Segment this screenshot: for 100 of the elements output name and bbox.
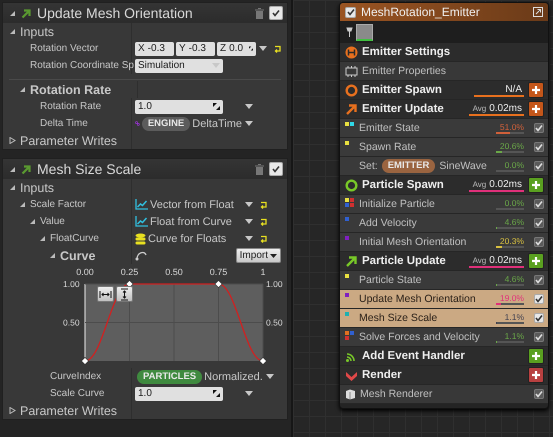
trash-icon[interactable] xyxy=(255,8,264,18)
dropdown-caret-icon[interactable] xyxy=(245,219,253,224)
add-button[interactable] xyxy=(528,348,544,364)
module-row[interactable]: Update Mesh Orientation 19.0% xyxy=(340,290,548,309)
enable-checkbox[interactable] xyxy=(534,142,544,152)
enable-checkbox[interactable] xyxy=(534,218,544,228)
module-row[interactable]: Initialize Particle 0.0% xyxy=(340,195,548,214)
dropdown-caret-icon[interactable] xyxy=(245,202,253,207)
import-button[interactable]: Import xyxy=(236,248,281,263)
property-row[interactable]: Emitter Properties xyxy=(340,62,548,81)
dropdown-caret-icon[interactable] xyxy=(245,391,253,396)
stage-header[interactable]: Render xyxy=(340,366,548,385)
expanded-arrow-icon[interactable] xyxy=(19,201,26,208)
cost-percent: 0.0% xyxy=(504,198,524,208)
module-row[interactable]: Solve Forces and Velocity 1.1% xyxy=(340,328,548,347)
stage-title: Emitter Spawn xyxy=(362,84,442,96)
dropdown-caret-icon[interactable] xyxy=(245,236,253,241)
enable-checkbox[interactable] xyxy=(534,123,544,133)
reset-arrow-icon[interactable] xyxy=(260,218,268,226)
reset-arrow-icon[interactable] xyxy=(260,234,268,242)
dropdown-caret-icon[interactable] xyxy=(266,374,274,379)
enable-checkbox[interactable] xyxy=(534,332,544,342)
stage-header[interactable]: Particle Update Avg 0.02ms xyxy=(340,252,548,271)
property-label: Rotation Vector xyxy=(30,43,98,54)
expanded-arrow-icon[interactable] xyxy=(19,86,26,93)
stage-title: Particle Spawn xyxy=(362,179,444,191)
add-button[interactable] xyxy=(528,253,544,269)
vector-component-field[interactable]: X -0.3 xyxy=(135,42,174,56)
preview-thumbnail[interactable] xyxy=(356,24,373,40)
x-tick-label: 0.75 xyxy=(210,267,228,277)
cost-percent: 4.6% xyxy=(504,274,524,284)
check-icon xyxy=(535,390,543,398)
fit-horizontal-button[interactable] xyxy=(97,286,114,302)
enable-checkbox[interactable] xyxy=(269,6,283,20)
vector-component-field[interactable]: Y -0.3 xyxy=(176,42,215,56)
dropdown[interactable]: Simulation xyxy=(135,58,223,72)
x-tick-label: 0.50 xyxy=(165,267,183,277)
add-button[interactable] xyxy=(528,367,544,383)
collapsed-arrow-icon[interactable] xyxy=(9,407,16,414)
module-row[interactable]: Initial Mesh Orientation 20.3% xyxy=(340,233,548,252)
number-field[interactable]: 1.0 xyxy=(135,100,223,114)
fit-vertical-button[interactable] xyxy=(116,286,133,302)
reset-arrow-icon[interactable] xyxy=(260,200,268,208)
expanded-arrow-icon[interactable] xyxy=(49,252,56,259)
key-point[interactable] xyxy=(259,357,267,365)
emitter-node[interactable] xyxy=(339,2,549,409)
expanded-arrow-icon[interactable] xyxy=(9,28,16,35)
key-point[interactable] xyxy=(214,280,222,288)
expanded-arrow-icon[interactable] xyxy=(29,218,36,225)
stage-header[interactable]: Emitter Settings xyxy=(340,43,548,62)
caret-icon xyxy=(270,254,277,258)
enable-checkbox[interactable] xyxy=(534,275,544,285)
enable-checkbox[interactable] xyxy=(534,199,544,209)
renderer-row[interactable]: Mesh Renderer xyxy=(340,385,548,404)
module-row[interactable]: Set: EMITTER SineWave 0.0% xyxy=(340,157,548,176)
trash-icon[interactable] xyxy=(255,164,264,174)
check-icon xyxy=(535,238,543,246)
pin-icon[interactable] xyxy=(346,27,353,37)
module-row[interactable]: Emitter State 51.0% xyxy=(340,119,548,138)
key-point[interactable] xyxy=(81,357,89,365)
dropdown-caret-icon[interactable] xyxy=(259,46,267,51)
module-title: Mesh Size Scale xyxy=(37,161,142,177)
reset-arrow-icon[interactable] xyxy=(274,44,282,52)
module-row[interactable]: Particle State 4.6% xyxy=(340,271,548,290)
parameter-name: Normalized. xyxy=(204,370,263,382)
enable-checkbox[interactable] xyxy=(534,313,544,323)
add-button[interactable] xyxy=(528,82,544,98)
collapsed-arrow-icon[interactable] xyxy=(9,137,16,144)
category-label: Inputs xyxy=(20,24,54,38)
property-label: Rotation Rate xyxy=(40,101,102,112)
graph-icon xyxy=(135,216,148,227)
vector-component-field[interactable]: Z 0.0 xyxy=(217,42,256,56)
enable-checkbox[interactable] xyxy=(534,237,544,247)
number-field[interactable]: 1.0 xyxy=(135,386,223,400)
module-row[interactable]: Mesh Size Scale 1.1% xyxy=(340,309,548,328)
check-icon xyxy=(535,124,543,132)
module-row[interactable]: Spawn Rate 20.6% xyxy=(340,138,548,157)
expanded-arrow-icon[interactable] xyxy=(9,10,16,16)
enable-checkbox[interactable] xyxy=(534,389,544,399)
enable-checkbox[interactable] xyxy=(534,294,544,304)
stage-header[interactable]: Particle Spawn Avg 0.02ms xyxy=(340,176,548,195)
stage-title: Particle Update xyxy=(362,255,446,267)
check-icon xyxy=(535,295,543,303)
expanded-arrow-icon[interactable] xyxy=(9,166,16,172)
expanded-arrow-icon[interactable] xyxy=(9,184,16,191)
dropdown-caret-icon[interactable] xyxy=(245,121,253,126)
add-button[interactable] xyxy=(528,101,544,117)
stage-header[interactable]: Emitter Update Avg 0.02ms xyxy=(340,100,548,119)
enable-checkbox[interactable] xyxy=(269,162,283,176)
add-button[interactable] xyxy=(528,177,544,193)
dropdown-caret-icon[interactable] xyxy=(245,104,253,109)
enable-checkbox[interactable] xyxy=(534,161,544,171)
database-icon xyxy=(135,232,146,244)
module-row[interactable]: Add Velocity 4.6% xyxy=(340,214,548,233)
row-label: Update Mesh Orientation xyxy=(359,293,476,305)
expanded-arrow-icon[interactable] xyxy=(39,235,46,242)
stage-header[interactable]: Add Event Handler xyxy=(340,347,548,366)
stage-header[interactable]: Emitter Spawn N/A xyxy=(340,81,548,100)
enable-checkbox[interactable] xyxy=(345,6,356,18)
open-external-icon[interactable] xyxy=(533,7,543,17)
